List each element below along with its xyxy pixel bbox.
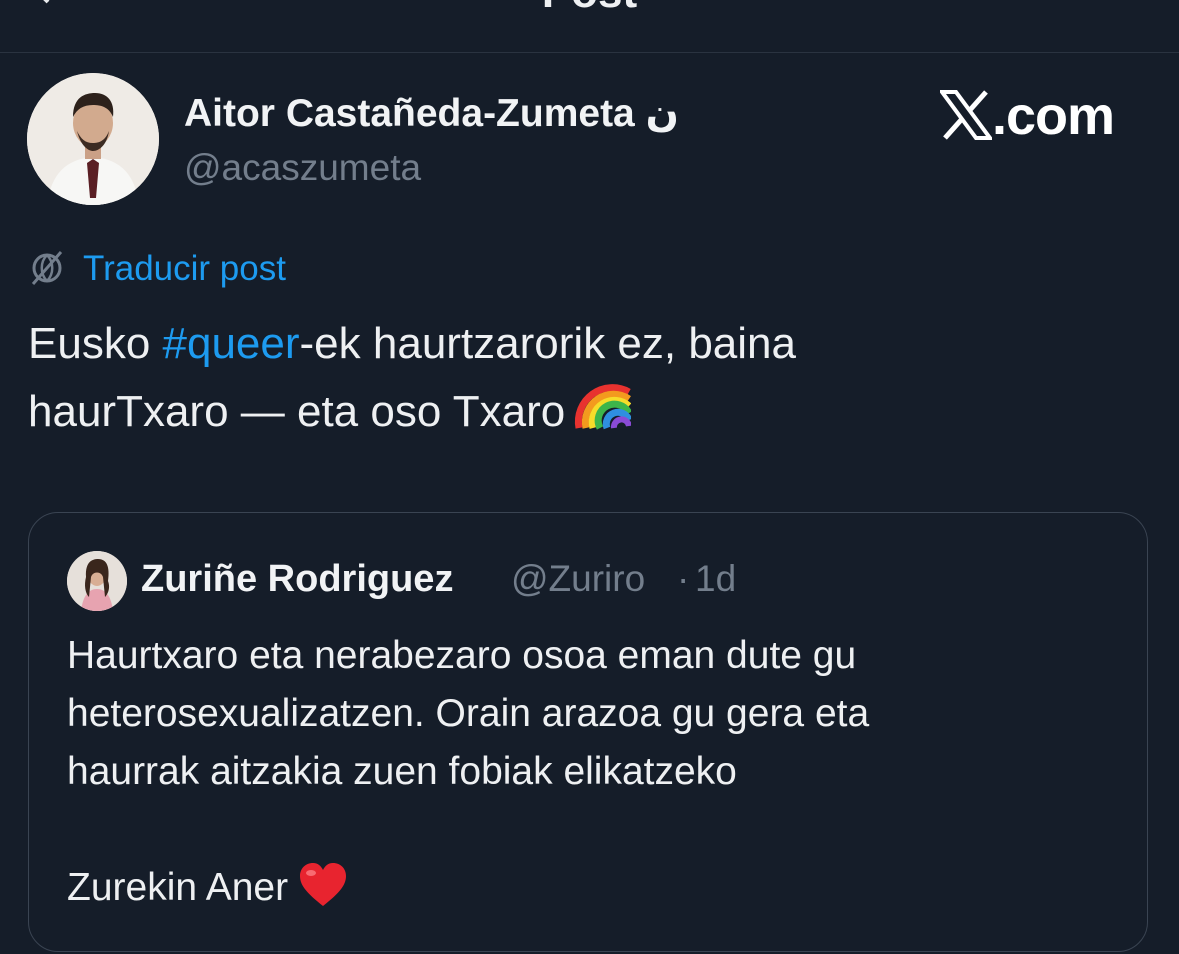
top-bar: Post (0, 0, 1179, 53)
quote-line-4-text: Zurekin Aner (67, 866, 289, 909)
post-text: Eusko #queer-ek haurtzarorik ez, baina h… (28, 310, 1148, 450)
author-avatar[interactable] (27, 73, 159, 205)
rainbow-emoji-icon (573, 380, 633, 450)
post-line-1-suffix: -ek haurtzarorik ez, baina (299, 319, 796, 368)
quote-line-3: haurrak aitzakia zuen fobiak elikatzeko (67, 750, 737, 793)
quote-line-1: Haurtxaro eta nerabezaro osoa eman dute … (67, 634, 857, 677)
author-name[interactable]: Aitor Castañeda-Zumeta ن (184, 90, 679, 138)
x-com-watermark: .com (938, 86, 1115, 146)
translate-post-label: Traducir post (83, 249, 286, 288)
quote-line-4: Zurekin Aner (67, 859, 348, 925)
red-heart-icon (298, 862, 348, 925)
quote-timestamp[interactable]: 1d (695, 555, 736, 603)
post-line-2-text: haurTxaro — eta oso Txaro (28, 387, 566, 436)
post-line-2: haurTxaro — eta oso Txaro (28, 378, 1148, 450)
post-line-1: Eusko #queer-ek haurtzarorik ez, baina (28, 310, 1148, 378)
x-logo-icon (938, 90, 994, 140)
quote-line-2: heterosexualizatzen. Orain arazoa gu ger… (67, 692, 870, 735)
hashtag-link[interactable]: #queer (163, 319, 300, 368)
watermark-text: .com (992, 86, 1115, 146)
quoted-post-card[interactable]: Zuriñe Rodriguez @Zuriro · 1d Haurtxaro … (28, 512, 1148, 952)
page-title: Post (0, 0, 1179, 15)
author-handle[interactable]: @acaszumeta (184, 145, 421, 191)
quote-author-avatar[interactable] (67, 551, 127, 611)
translate-globe-icon (27, 248, 67, 288)
quote-separator: · (677, 558, 690, 599)
post-line-1-prefix: Eusko (28, 319, 163, 368)
quote-author-handle[interactable]: @Zuriro (511, 555, 645, 603)
quote-author-name[interactable]: Zuriñe Rodriguez (141, 555, 453, 603)
